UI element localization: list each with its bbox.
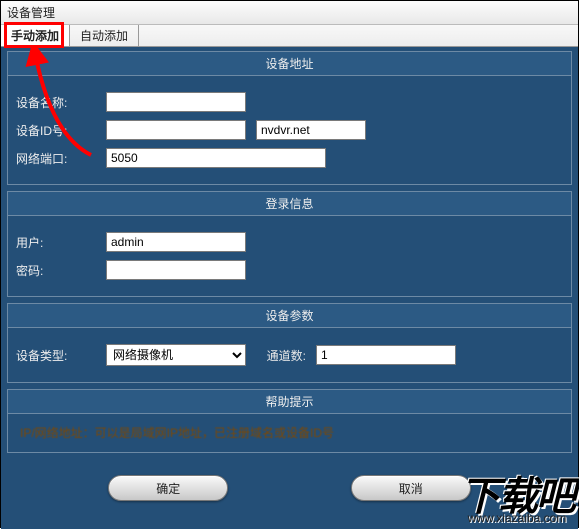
user-label: 用户:	[16, 234, 96, 251]
port-input[interactable]	[106, 148, 326, 168]
help-text: IP/网络地址：可以是局域网IP地址，已注册域名或设备ID号	[16, 422, 563, 443]
tab-manual-label: 手动添加	[11, 27, 59, 44]
window-title: 设备管理	[7, 6, 55, 20]
channels-input[interactable]	[316, 345, 456, 365]
device-name-input[interactable]	[106, 92, 246, 112]
section-help: 帮助提示 IP/网络地址：可以是局域网IP地址，已注册域名或设备ID号	[7, 389, 572, 453]
cancel-button[interactable]: 取消	[351, 475, 471, 501]
section-login-title: 登录信息	[8, 192, 571, 216]
tab-manual-add[interactable]: 手动添加	[1, 25, 70, 46]
port-label: 网络端口:	[16, 150, 96, 167]
password-label: 密码:	[16, 262, 96, 279]
domain-suffix-input[interactable]	[256, 120, 366, 140]
tab-bar: 手动添加 自动添加	[1, 25, 578, 47]
device-name-label: 设备名称:	[16, 94, 96, 111]
device-type-label: 设备类型:	[16, 347, 96, 364]
section-login-info: 登录信息 用户: 密码:	[7, 191, 572, 297]
window-titlebar: 设备管理	[1, 1, 578, 25]
section-device-params: 设备参数 设备类型: 网络摄像机 通道数:	[7, 303, 572, 383]
ok-button-label: 确定	[156, 480, 180, 497]
ok-button[interactable]: 确定	[108, 475, 228, 501]
form-panel: 设备地址 设备名称: 设备ID号: 网络端口: 登录信息 用户:	[1, 47, 578, 529]
user-input[interactable]	[106, 232, 246, 252]
cancel-button-label: 取消	[399, 480, 423, 497]
device-id-label: 设备ID号:	[16, 122, 96, 139]
button-row: 确定 取消	[7, 459, 572, 511]
device-id-input[interactable]	[106, 120, 246, 140]
device-type-select[interactable]: 网络摄像机	[106, 344, 246, 366]
section-params-title: 设备参数	[8, 304, 571, 328]
section-device-address: 设备地址 设备名称: 设备ID号: 网络端口:	[7, 51, 572, 185]
tab-auto-add[interactable]: 自动添加	[70, 25, 139, 46]
password-input[interactable]	[106, 260, 246, 280]
tab-auto-label: 自动添加	[80, 27, 128, 44]
section-help-title: 帮助提示	[8, 390, 571, 414]
section-device-address-title: 设备地址	[8, 52, 571, 76]
channels-label: 通道数:	[256, 347, 306, 364]
